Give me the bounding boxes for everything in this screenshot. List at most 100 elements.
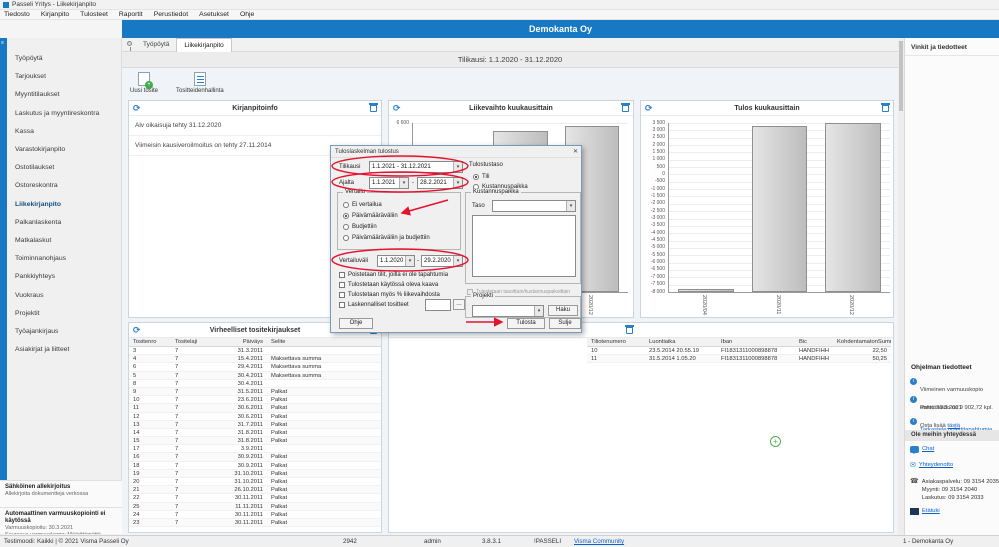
table-row[interactable]: 5730.4.2011Maksettava summa [129,372,381,380]
date-from-field[interactable]: 1.1.2021 ▾ [369,177,409,189]
radio-option[interactable]: Tili [473,172,489,182]
checkbox-icon[interactable] [339,302,345,308]
scrollbar-thumb[interactable] [899,41,903,111]
add-row-button[interactable]: + [770,436,781,447]
radio-option[interactable]: Päivämääräväliin [343,211,398,221]
table-row[interactable]: 16730.9.2011Palkat [129,453,381,461]
contact-link[interactable]: ✉ Yhteydenotto [910,462,996,469]
checkbox-icon[interactable] [339,282,345,288]
tab-active[interactable]: Liikekirjanpito [176,38,231,52]
sidebar-item[interactable]: Ostotilaukset [7,159,121,177]
chevron-down-icon[interactable]: ▾ [453,162,462,172]
menu-item[interactable]: Tulosteet [80,11,108,18]
trash-icon[interactable] [882,105,889,112]
sidebar-item[interactable]: Työpöytä [7,50,121,68]
sidebar-item[interactable]: Tarjoukset [7,68,121,86]
table-row[interactable]: 19731.10.2011Palkat [129,470,381,478]
search-button[interactable]: Haku [548,305,578,316]
sidebar-item[interactable]: Vuokraus [7,287,121,305]
help-button[interactable]: Ohje [339,318,373,329]
sidebar-item[interactable]: Laskutus ja myyntireskontra [7,105,121,123]
menu-item[interactable]: Asetukset [199,11,229,18]
calc-voucher-field[interactable] [425,299,451,311]
project-select[interactable]: ▾ [472,305,544,317]
sidebar-item[interactable]: Myyntitilaukset [7,86,121,104]
table-row[interactable]: 11730.6.2011Palkat [129,404,381,412]
sidebar-item[interactable]: Varastokirjanpito [7,141,121,159]
table-row[interactable]: 23730.11.2011Palkat [129,519,381,527]
menu-item[interactable]: Ohje [240,11,254,18]
close-button[interactable]: Sulje [549,318,581,329]
trash-icon[interactable] [626,327,633,334]
table-row[interactable]: 9731.5.2011Palkat [129,388,381,396]
table-row[interactable]: 21726.10.2011Palkat [129,486,381,494]
table-row[interactable]: 1131.5.2014 1.05.20FI1831311000898878HAN… [587,355,891,363]
sidebar-notice[interactable]: Sähköinen allekirjoitusAllekirjoita doku… [0,480,122,507]
table-row[interactable]: 18730.9.2011Palkat [129,462,381,470]
sidebar-item[interactable]: Matkalaskut [7,232,121,250]
radio-icon[interactable] [343,213,349,219]
chevron-down-icon[interactable]: ▾ [566,201,575,211]
sidebar-item[interactable]: Työajankirjaus [7,323,121,341]
refresh-icon[interactable]: ⟳ [393,103,401,113]
table-row[interactable]: 13731.7.2011Palkat [129,421,381,429]
radio-icon[interactable] [343,235,349,241]
sidebar-notice[interactable]: Automaattinen varmuuskopiointi ei käytös… [0,507,122,534]
calendar-dropdown-icon[interactable]: ▾ [453,256,462,266]
sidebar-item[interactable]: Palkanlaskenta [7,214,121,232]
calendar-dropdown-icon[interactable]: ▾ [453,178,462,188]
voucher-management-button[interactable]: Tositteidenhallinta [176,72,224,94]
table-row[interactable]: 1773.9.2011 [129,445,381,453]
menu-item[interactable]: Tiedosto [4,11,30,18]
checkbox-option[interactable]: Tulostetaan käytössä oleva kaava [339,280,438,290]
sidebar-item[interactable]: Pankkiyhteys [7,268,121,286]
table-row[interactable]: 4715.4.2011Maksettava summa [129,355,381,363]
remote-support-link[interactable]: Etätuki [910,508,996,515]
pin-icon[interactable] [127,41,132,46]
table-row[interactable]: 20731.10.2011Palkat [129,478,381,486]
checkbox-icon[interactable] [339,292,345,298]
table-row[interactable]: 6729.4.2011Maksettava summa [129,363,381,371]
close-icon[interactable]: ✕ [573,146,578,158]
browse-button[interactable]: … [453,299,465,310]
sidebar-item[interactable]: Toiminnanohjaus [7,250,121,268]
table-row[interactable]: 15731.8.2011Palkat [129,437,381,445]
radio-option[interactable]: Ei vertailua [343,200,382,210]
spinner-icon[interactable]: ▾ [405,256,414,266]
refresh-icon[interactable]: ⟳ [133,325,141,335]
menu-icon[interactable]: ≡ [1,40,4,46]
radio-icon[interactable] [343,224,349,230]
table-row[interactable]: 3731.3.2011 [129,347,381,355]
dialog-titlebar[interactable]: Tuloslaskelman tulostus ✕ [331,146,581,158]
table-row[interactable]: 14731.8.2011Palkat [129,429,381,437]
radio-option[interactable]: Budjettiin [343,222,377,232]
level-select[interactable]: ▾ [492,200,576,212]
refresh-icon[interactable]: ⟳ [645,103,653,113]
tab-inactive[interactable]: Työpöytä [136,38,176,52]
sidebar-item[interactable]: Ostoreskontra [7,177,121,195]
checkbox-option[interactable]: Laskennalliset tositteet [339,300,409,310]
radio-option[interactable]: Päivämääräväliin ja budjettiin [343,233,430,243]
table-row[interactable]: 22730.11.2011Palkat [129,494,381,502]
refresh-icon[interactable]: ⟳ [133,103,141,113]
sidebar-item[interactable]: Kassa [7,123,121,141]
table-row[interactable]: 1023.5.2014 20.55.19FI1831311000898878HA… [587,347,891,355]
spinner-icon[interactable]: ▾ [399,178,408,188]
table-row[interactable]: 24730.11.2011Palkat [129,511,381,519]
menu-item[interactable]: Perustiedot [154,11,188,18]
sidebar-item[interactable]: Asiakirjat ja liitteet [7,341,121,359]
trash-icon[interactable] [370,105,377,112]
trash-icon[interactable] [622,105,629,112]
sidebar-item[interactable]: Liikekirjanpito [7,196,121,214]
menu-item[interactable]: Raportit [119,11,143,18]
chevron-down-icon[interactable]: ▾ [534,306,543,316]
date-to-field[interactable]: 28.2.2021 ▾ [417,177,463,189]
compare-from-field[interactable]: 1.1.2020 ▾ [377,255,415,267]
print-button[interactable]: Tulosta [507,318,545,329]
new-voucher-button[interactable]: Uusi tosite [130,72,158,94]
radio-icon[interactable] [473,174,479,180]
compare-to-field[interactable]: 29.2.2020 ▾ [421,255,463,267]
checkbox-option[interactable]: Poistetaan tilit, joilla ei ole tapahtum… [339,270,448,280]
table-row[interactable]: 12730.6.2011Palkat [129,413,381,421]
cost-center-list[interactable] [472,215,576,277]
